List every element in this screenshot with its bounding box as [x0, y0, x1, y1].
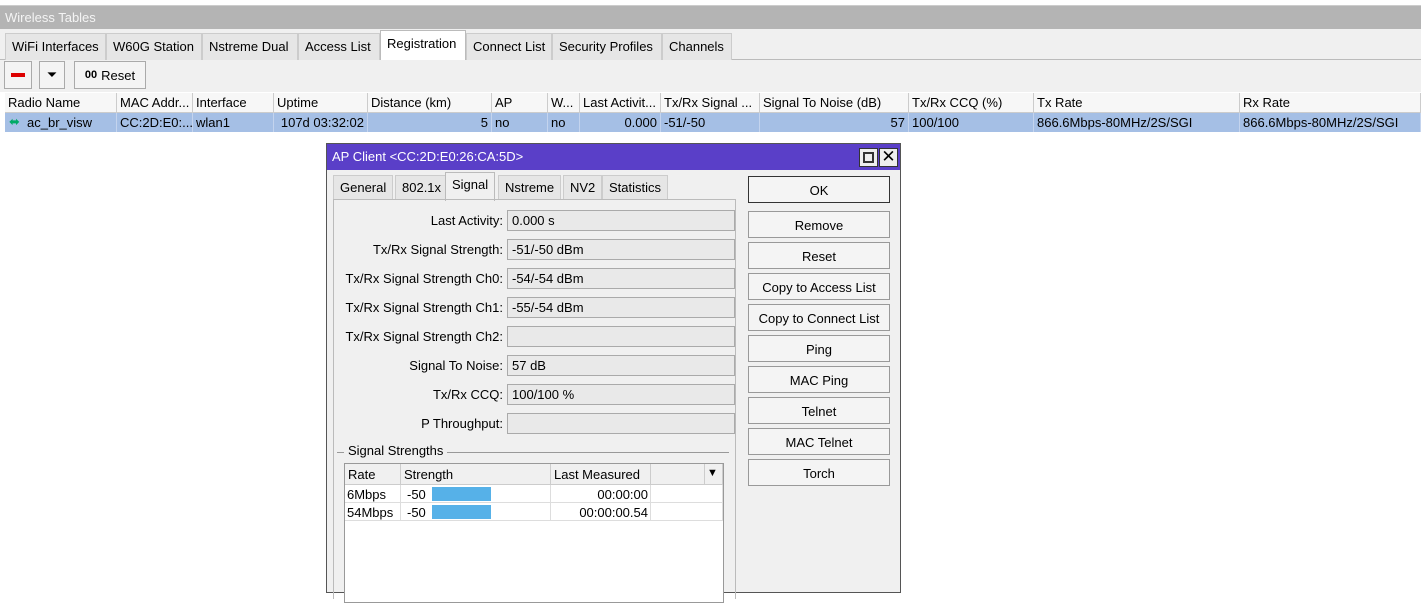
filter-button[interactable]: ⏷: [39, 61, 65, 89]
tab-wifi-interfaces[interactable]: WiFi Interfaces: [5, 33, 106, 60]
dialog-tab-nstreme[interactable]: Nstreme: [498, 175, 562, 200]
label-p-throughput: P Throughput:: [421, 416, 503, 431]
col-radio-name[interactable]: Radio Name: [5, 93, 117, 113]
tab-registration[interactable]: Registration: [380, 30, 466, 60]
wireless-icon: ⬌: [9, 114, 20, 129]
dialog-tab-statistics[interactable]: Statistics: [602, 175, 669, 200]
list-strength: -50: [401, 485, 551, 503]
counter-icon: 00: [84, 69, 98, 81]
minus-icon: [11, 73, 25, 77]
mac-telnet-button[interactable]: MAC Telnet: [748, 428, 890, 455]
col-last-activity[interactable]: Last Activit...: [580, 93, 661, 113]
filter-icon: ⏷: [46, 67, 58, 82]
list-strength: -50: [401, 503, 551, 521]
cell-mac: CC:2D:E0:...: [117, 113, 193, 132]
label-signal-strength: Tx/Rx Signal Strength:: [372, 242, 503, 257]
cell-radio-name: ⬌ ac_br_visw: [5, 113, 117, 132]
cell-rx-rate: 866.6Mbps-80MHz/2S/SGI: [1240, 113, 1421, 132]
ping-button[interactable]: Ping: [748, 335, 890, 362]
col-rx-rate[interactable]: Rx Rate: [1240, 93, 1421, 113]
remove-button[interactable]: [4, 61, 32, 89]
col-tx-rate[interactable]: Tx Rate: [1034, 93, 1240, 113]
reset-counters-button[interactable]: 00 Reset: [74, 61, 146, 89]
list-rate: 54Mbps: [345, 503, 401, 521]
cell-interface: wlan1: [193, 113, 274, 132]
field-ccq[interactable]: 100/100 %: [507, 384, 735, 405]
strength-bar: [431, 487, 491, 501]
cell-signal: -51/-50: [661, 113, 760, 132]
label-signal-ch2: Tx/Rx Signal Strength Ch2:: [345, 329, 503, 344]
dialog-title[interactable]: AP Client <CC:2D:E0:26:CA:5D>: [327, 144, 900, 170]
tab-security-profiles[interactable]: Security Profiles: [552, 33, 662, 60]
list-col-rate[interactable]: Rate: [345, 464, 401, 485]
reset-button[interactable]: Reset: [748, 242, 890, 269]
field-signal-ch0[interactable]: -54/-54 dBm: [507, 268, 735, 289]
label-snr: Signal To Noise:: [409, 358, 503, 373]
field-p-throughput[interactable]: [507, 413, 735, 434]
col-w[interactable]: W...: [548, 93, 580, 113]
dialog-tab-nv2[interactable]: NV2: [563, 175, 603, 200]
dialog-tab-general[interactable]: General: [333, 175, 394, 200]
cell-tx-rate: 866.6Mbps-80MHz/2S/SGI: [1034, 113, 1240, 132]
cell-last-activity: 0.000: [580, 113, 661, 132]
list-col-strength[interactable]: Strength: [401, 464, 551, 485]
window-title: Wireless Tables: [0, 5, 1421, 29]
field-signal-ch1[interactable]: -55/-54 dBm: [507, 297, 735, 318]
col-interface[interactable]: Interface: [193, 93, 274, 113]
cell-ap: no: [492, 113, 548, 132]
ok-button[interactable]: OK: [748, 176, 890, 203]
col-snr[interactable]: Signal To Noise (dB): [760, 93, 909, 113]
field-snr[interactable]: 57 dB: [507, 355, 735, 376]
col-distance[interactable]: Distance (km): [368, 93, 492, 113]
cell-uptime: 107d 03:32:02: [274, 113, 368, 132]
dialog-tab-8021x[interactable]: 802.1x: [395, 175, 449, 200]
field-signal-strength[interactable]: -51/-50 dBm: [507, 239, 735, 260]
column-dropdown-icon[interactable]: ▼: [705, 464, 723, 485]
dialog-tab-signal[interactable]: Signal: [445, 172, 496, 201]
cell-w: no: [548, 113, 580, 132]
label-signal-ch1: Tx/Rx Signal Strength Ch1:: [345, 300, 503, 315]
tab-w60g-station[interactable]: W60G Station: [106, 33, 202, 60]
cell-snr: 57: [760, 113, 909, 132]
strength-bar: [431, 505, 491, 519]
col-ap[interactable]: AP: [492, 93, 548, 113]
remove-entry-button[interactable]: Remove: [748, 211, 890, 238]
tab-connect-list[interactable]: Connect List: [466, 33, 552, 60]
signal-panel: Last Activity: 0.000 s Tx/Rx Signal Stre…: [333, 199, 736, 603]
telnet-button[interactable]: Telnet: [748, 397, 890, 424]
list-rate: 6Mbps: [345, 485, 401, 503]
copy-to-access-list-button[interactable]: Copy to Access List: [748, 273, 890, 300]
col-ccq[interactable]: Tx/Rx CCQ (%): [909, 93, 1034, 113]
signal-strengths-list: Rate Strength Last Measured ▼ 6Mbps -50 …: [344, 463, 724, 603]
tab-channels[interactable]: Channels: [662, 33, 732, 60]
field-signal-ch2[interactable]: [507, 326, 735, 347]
mac-ping-button[interactable]: MAC Ping: [748, 366, 890, 393]
tab-bar: WiFi Interfaces W60G Station Nstreme Dua…: [0, 29, 1421, 60]
cell-ccq: 100/100: [909, 113, 1034, 132]
col-signal[interactable]: Tx/Rx Signal ...: [661, 93, 760, 113]
list-empty: [651, 503, 723, 521]
torch-button[interactable]: Torch: [748, 459, 890, 486]
maximize-icon[interactable]: [859, 148, 878, 167]
label-last-activity: Last Activity:: [430, 213, 503, 228]
list-empty: [651, 485, 723, 503]
label-signal-ch0: Tx/Rx Signal Strength Ch0:: [345, 271, 503, 286]
cell-distance: 5: [368, 113, 492, 132]
ap-client-dialog: AP Client <CC:2D:E0:26:CA:5D> ✕ General …: [326, 143, 901, 603]
list-last-measured: 00:00:00.54: [551, 503, 651, 521]
list-last-measured: 00:00:00: [551, 485, 651, 503]
field-last-activity[interactable]: 0.000 s: [507, 210, 735, 231]
tab-access-list[interactable]: Access List: [298, 33, 380, 60]
list-col-last-measured[interactable]: Last Measured: [551, 464, 651, 485]
toolbar: ⏷ 00 Reset: [0, 60, 1421, 92]
label-ccq: Tx/Rx CCQ:: [432, 387, 503, 402]
col-mac[interactable]: MAC Addr...: [117, 93, 193, 113]
col-uptime[interactable]: Uptime: [274, 93, 368, 113]
list-col-empty: [651, 464, 705, 485]
close-icon[interactable]: ✕: [879, 148, 898, 167]
copy-to-connect-list-button[interactable]: Copy to Connect List: [748, 304, 890, 331]
reset-label: Reset: [101, 67, 136, 83]
group-title: Signal Strengths: [344, 443, 448, 458]
tab-nstreme-dual[interactable]: Nstreme Dual: [202, 33, 298, 60]
